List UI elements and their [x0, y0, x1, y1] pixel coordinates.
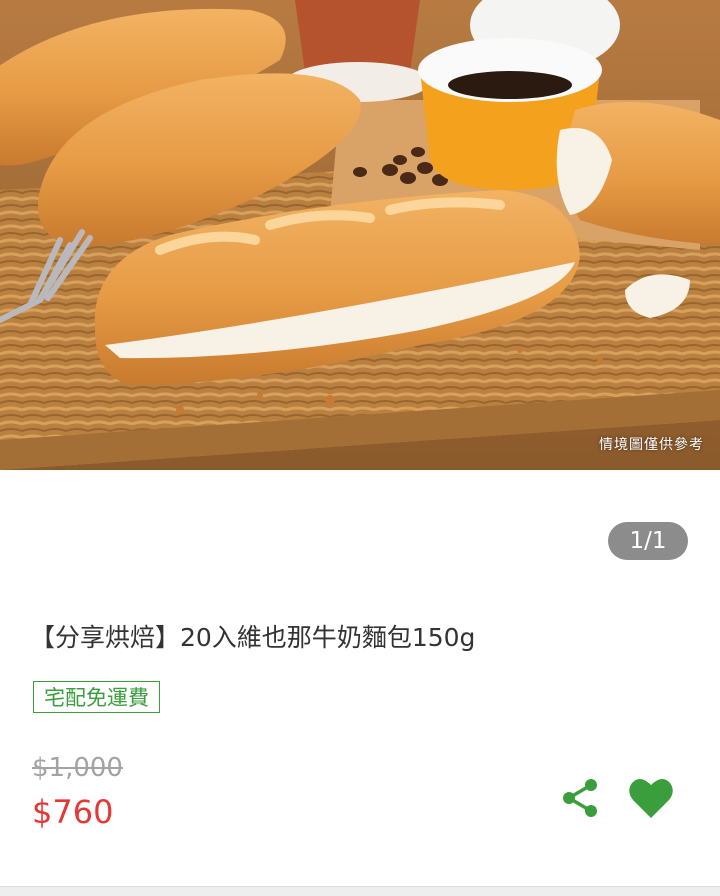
original-price: $1,000: [32, 753, 123, 783]
favorite-button[interactable]: [628, 776, 674, 820]
product-image[interactable]: 情境圖僅供參考: [0, 0, 720, 470]
free-shipping-tag: 宅配免運費: [33, 681, 160, 713]
heart-icon: [629, 778, 673, 818]
bread-photo: [0, 0, 720, 470]
image-caption: 情境圖僅供參考: [599, 437, 704, 453]
image-counter: 1/1: [608, 522, 688, 560]
sale-price: $760: [32, 793, 114, 831]
share-icon: [563, 779, 597, 817]
product-title: 【分享烘焙】20入維也那牛奶麵包150g: [30, 623, 476, 652]
share-button[interactable]: [558, 775, 604, 821]
